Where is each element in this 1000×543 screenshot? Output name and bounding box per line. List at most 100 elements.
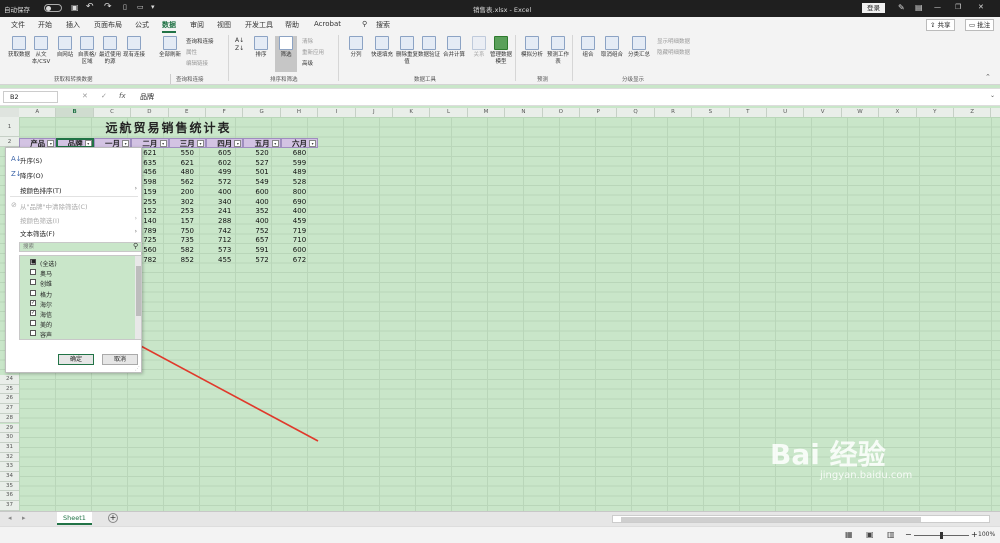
scroll-thumb[interactable] xyxy=(621,517,921,522)
subtotal-button[interactable]: 分类汇总 xyxy=(626,36,652,59)
menu-filter-by-color[interactable]: 按颜色筛选(I) xyxy=(20,215,60,225)
autosave-toggle[interactable] xyxy=(44,4,62,12)
zoom-level[interactable]: 100% xyxy=(978,531,995,538)
expand-formula-icon[interactable]: ⌄ xyxy=(990,92,995,99)
tab-review[interactable]: 审阅 xyxy=(190,20,204,30)
queries-connections-button[interactable]: 查询和连接 xyxy=(186,37,214,45)
new-file-icon[interactable]: ▯ xyxy=(123,3,127,11)
tab-help[interactable]: 帮助 xyxy=(285,20,299,30)
collapse-ribbon-icon[interactable]: ⌃ xyxy=(985,73,991,81)
tab-data[interactable]: 数据 xyxy=(162,20,176,33)
minimize-button[interactable]: — xyxy=(934,3,941,11)
from-text-csv-button[interactable]: 从文本/CSV xyxy=(30,36,52,66)
normal-view-icon[interactable]: ▦ xyxy=(845,530,853,539)
filter-checkbox[interactable]: ■ xyxy=(30,259,36,265)
consolidate-button[interactable]: 合并计算 xyxy=(441,36,467,59)
insert-function-icon[interactable]: fx xyxy=(119,92,126,100)
show-detail-button[interactable]: 显示明细数据 xyxy=(657,37,690,45)
refresh-all-button[interactable]: 全部刷新 xyxy=(156,36,184,59)
cancel-button[interactable]: 取消 xyxy=(102,354,138,365)
tab-insert[interactable]: 插入 xyxy=(66,20,80,30)
manage-data-model-button[interactable]: 管理数据模型 xyxy=(488,36,514,66)
sort-az-icon[interactable]: A↓ Z↓ xyxy=(235,37,247,71)
menu-sort-ascending[interactable]: 升序(S) xyxy=(20,155,42,165)
reapply-button[interactable]: 重新应用 xyxy=(302,48,324,56)
save-icon[interactable]: ▣ xyxy=(71,3,79,12)
ungroup-button[interactable]: 取消组合 xyxy=(599,36,625,59)
worksheet-grid[interactable]: ABCDEFGHIJKLMNOPQRSTUVWXYZAA 12242526272… xyxy=(0,108,1000,511)
filter-checkbox[interactable]: ✓ xyxy=(30,310,36,316)
flash-fill-button[interactable]: 快速填充 xyxy=(369,36,395,59)
maximize-button[interactable]: ❐ xyxy=(955,3,961,11)
login-button[interactable]: 登录 xyxy=(862,3,885,13)
cancel-icon[interactable]: ✕ xyxy=(82,92,88,100)
zoom-in-button[interactable]: + xyxy=(971,530,978,539)
filter-checkbox[interactable] xyxy=(30,289,36,296)
filter-checkbox[interactable] xyxy=(30,269,36,276)
filter-value-list[interactable]: ■ (全选) 奥马 创维 格力 ✓ 海尔 ✓ 海信 美的 容声 xyxy=(19,255,142,340)
remove-duplicates-button[interactable]: 删除重复值 xyxy=(396,36,418,66)
from-table-button[interactable]: 自表格/区域 xyxy=(76,36,98,66)
menu-sort-by-color[interactable]: 按颜色排序(T) xyxy=(20,185,62,195)
filter-button[interactable]: 筛选 xyxy=(275,36,297,72)
menu-text-filters[interactable]: 文本筛选(F) xyxy=(20,228,55,238)
zoom-out-button[interactable]: − xyxy=(905,530,912,539)
search-icon[interactable]: ⚲ xyxy=(362,20,367,28)
enter-icon[interactable]: ✓ xyxy=(101,92,107,100)
page-break-view-icon[interactable]: ▥ xyxy=(887,530,895,539)
get-data-button[interactable]: 获取数据 xyxy=(8,36,30,59)
recent-sources-button[interactable]: 最近使用的源 xyxy=(99,36,121,66)
formula-input[interactable]: 品牌 xyxy=(140,92,154,102)
prev-sheet-icon[interactable]: ◂ xyxy=(8,514,12,522)
filter-checkbox[interactable]: ✓ xyxy=(30,299,36,306)
resize-grip-icon[interactable]: ⋰ xyxy=(135,366,140,372)
ok-button[interactable]: 确定 xyxy=(58,354,94,365)
zoom-slider-thumb[interactable] xyxy=(940,532,943,539)
existing-connections-button[interactable]: 现有连接 xyxy=(123,36,145,59)
pen-icon[interactable]: ✎ xyxy=(898,3,905,12)
tab-formulas[interactable]: 公式 xyxy=(135,20,149,30)
properties-button[interactable]: 属性 xyxy=(186,48,197,56)
sort-button[interactable]: 排序 xyxy=(250,36,272,59)
filter-checkbox[interactable] xyxy=(30,279,36,286)
close-button[interactable]: ✕ xyxy=(978,3,984,11)
tab-file[interactable]: 文件 xyxy=(11,20,25,30)
open-file-icon[interactable]: ▭ xyxy=(137,3,144,11)
filter-search-input[interactable]: 搜索 xyxy=(19,242,142,252)
advanced-filter-button[interactable]: 高级 xyxy=(302,59,313,67)
clear-filter-button[interactable]: 清除 xyxy=(302,37,313,45)
filter-checkbox[interactable] xyxy=(30,330,36,337)
tab-acrobat[interactable]: Acrobat xyxy=(314,20,341,28)
ribbon-display-icon[interactable]: ▤ xyxy=(915,3,923,12)
menu-sort-descending[interactable]: 降序(O) xyxy=(20,170,43,180)
relationships-button[interactable]: 关系 xyxy=(468,36,490,59)
add-sheet-button[interactable]: + xyxy=(108,513,118,523)
share-button[interactable]: ⇪ 共享 xyxy=(926,19,955,31)
forecast-sheet-button[interactable]: 预测工作表 xyxy=(546,36,570,66)
sheet-tab-sheet1[interactable]: Sheet1 xyxy=(57,512,92,525)
horizontal-scrollbar[interactable] xyxy=(612,515,990,523)
customize-qat-icon[interactable]: ▾ xyxy=(151,3,155,11)
group-button[interactable]: 组合 xyxy=(577,36,599,59)
name-box[interactable]: B2 xyxy=(3,91,58,103)
tab-view[interactable]: 视图 xyxy=(217,20,231,30)
undo-icon[interactable]: ↶ xyxy=(86,2,94,12)
zoom-slider[interactable] xyxy=(914,532,969,539)
redo-icon[interactable]: ↷ xyxy=(104,2,112,12)
tab-home[interactable]: 开始 xyxy=(38,20,52,30)
text-to-columns-button[interactable]: 分列 xyxy=(345,36,367,59)
from-web-button[interactable]: 自网站 xyxy=(54,36,76,59)
data-validation-button[interactable]: 数据验证 xyxy=(418,36,440,59)
tab-page-layout[interactable]: 页面布局 xyxy=(94,20,122,30)
list-scrollbar[interactable] xyxy=(135,256,141,339)
filter-checkbox[interactable] xyxy=(30,320,36,327)
tell-me-search[interactable]: 搜索 xyxy=(376,20,390,30)
what-if-button[interactable]: 模拟分析 xyxy=(519,36,545,59)
tab-developer[interactable]: 开发工具 xyxy=(245,20,273,30)
next-sheet-icon[interactable]: ▸ xyxy=(22,514,26,522)
edit-links-button[interactable]: 编辑链接 xyxy=(186,59,208,67)
page-layout-view-icon[interactable]: ▣ xyxy=(866,530,874,539)
hide-detail-button[interactable]: 隐藏明细数据 xyxy=(657,48,690,56)
scroll-thumb[interactable] xyxy=(136,266,141,316)
menu-clear-filter[interactable]: 从"品牌"中清除筛选(C) xyxy=(20,201,88,211)
